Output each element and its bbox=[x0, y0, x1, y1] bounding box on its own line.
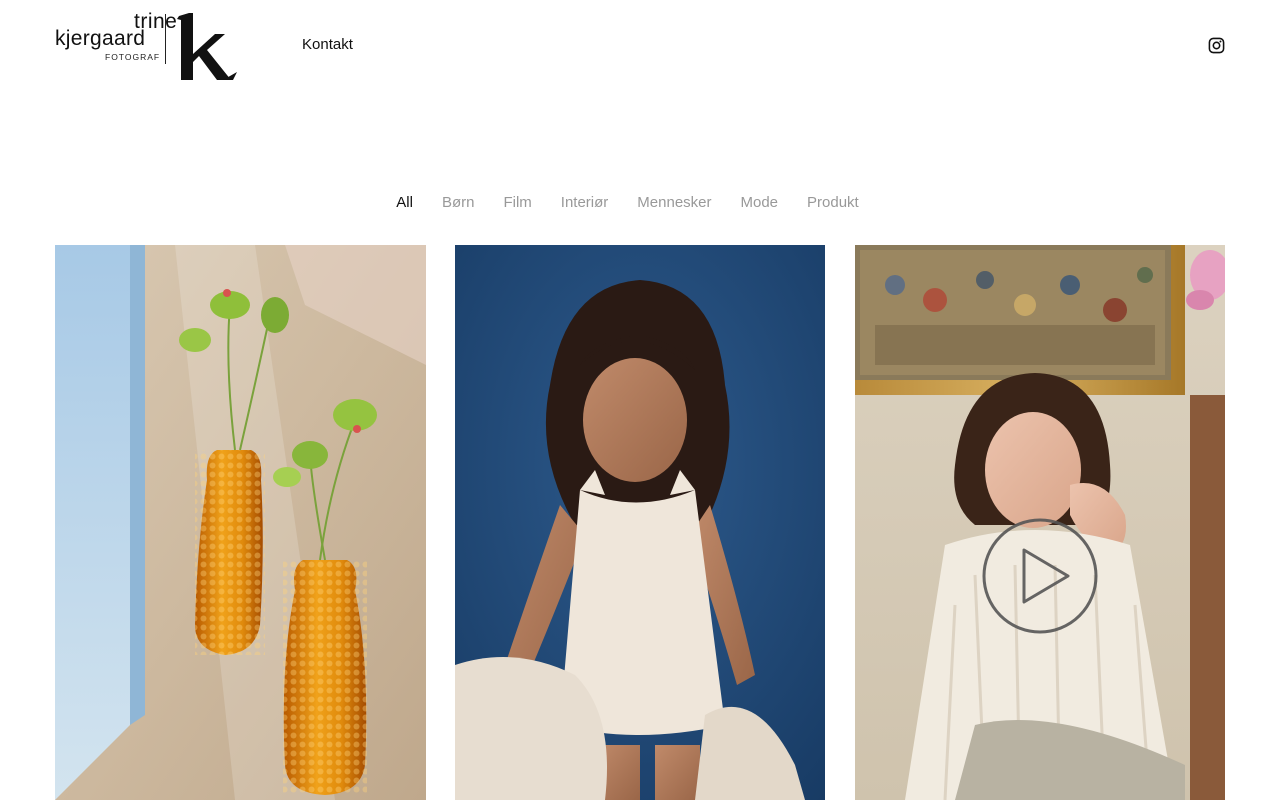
child-photo bbox=[455, 245, 825, 800]
logo-k-mark bbox=[177, 13, 237, 80]
logo-divider bbox=[165, 14, 166, 64]
filter-film[interactable]: Film bbox=[503, 194, 531, 211]
play-icon[interactable] bbox=[982, 518, 1098, 634]
gallery-item-child[interactable] bbox=[455, 245, 825, 800]
category-filter-bar: All Børn Film Interiør Mennesker Mode Pr… bbox=[0, 194, 1280, 211]
filter-born[interactable]: Børn bbox=[442, 194, 475, 211]
filter-mennesker[interactable]: Mennesker bbox=[637, 194, 711, 211]
nav-link-kontakt[interactable]: Kontakt bbox=[302, 36, 353, 53]
gallery-grid bbox=[55, 245, 1225, 800]
filter-mode[interactable]: Mode bbox=[741, 194, 779, 211]
gallery-item-vases[interactable] bbox=[55, 245, 426, 800]
logo-text-kjergaard: kjergaard bbox=[55, 27, 146, 50]
filter-all[interactable]: All bbox=[396, 194, 413, 211]
vases-photo bbox=[55, 245, 426, 800]
gallery-item-woman-video[interactable] bbox=[855, 245, 1225, 800]
site-header: trine kjergaard FOTOGRAF Kontakt bbox=[0, 0, 1280, 100]
site-logo[interactable]: trine kjergaard FOTOGRAF bbox=[55, 10, 255, 85]
filter-interior[interactable]: Interiør bbox=[561, 194, 609, 211]
instagram-icon[interactable] bbox=[1208, 37, 1225, 54]
filter-produkt[interactable]: Produkt bbox=[807, 194, 859, 211]
logo-text-fotograf: FOTOGRAF bbox=[105, 52, 161, 62]
